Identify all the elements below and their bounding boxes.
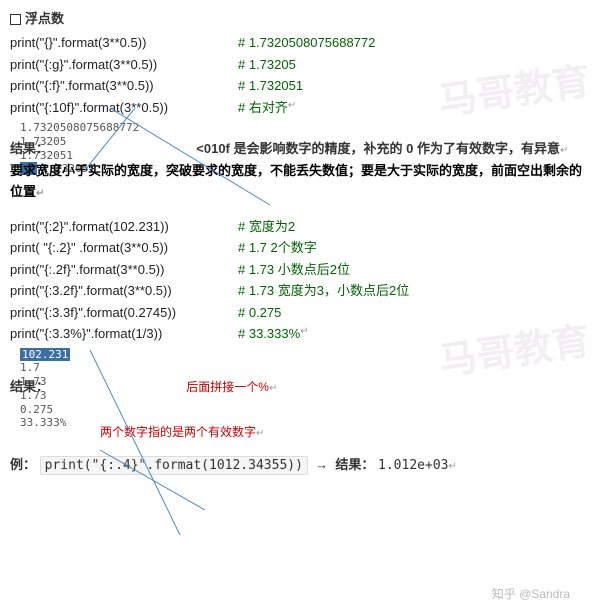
example-row: 例： print("{:.4}".format(1012.34355)) → 结…	[0, 448, 600, 475]
annotation: 后面拼接一个%	[186, 380, 269, 394]
code-row: print("{:.2f}".format(3**0.5))# 1.73 小数点…	[10, 260, 590, 280]
section-title: 浮点数	[10, 8, 590, 27]
source-mark: 知乎 @Sandra	[492, 585, 570, 602]
width-note: 要求宽度小于实际的宽度，突破要求的宽度，不能丢失数值；要是大于实际的宽度，前面空…	[10, 161, 590, 203]
code-row: print("{:2}".format(102.231))# 宽度为2	[10, 217, 590, 237]
result-line: 结果： <010f 是会影响数字的精度，补充的 0 作为了有效数字，有异意↵	[10, 138, 590, 157]
code-row: print( "{:.2}" .format(3**0.5))# 1.7 2个数…	[10, 238, 590, 258]
code-row: print("{}".format(3**0.5))# 1.7320508075…	[10, 33, 590, 53]
result-line: 结果： 后面拼接一个%↵	[10, 376, 590, 395]
code-row: print("{:3.2f}".format(3**0.5))# 1.73 宽度…	[10, 281, 590, 301]
code-row: print("{:3.3f}".format(0.2745))# 0.275	[10, 303, 590, 323]
code-row: print("{:10f}".format(3**0.5))# 右对齐↵	[10, 98, 590, 118]
annotation: 两个数字指的是两个有效数字↵	[100, 423, 590, 440]
example-code: print("{:.4}".format(1012.34355))	[40, 456, 308, 475]
code-row: print("{:3.3%}".format(1/3))# 33.333%↵	[10, 324, 590, 344]
code-row: print("{:f}".format(3**0.5))# 1.732051	[10, 76, 590, 96]
code-row: print("{:g}".format(3**0.5))# 1.73205	[10, 55, 590, 75]
